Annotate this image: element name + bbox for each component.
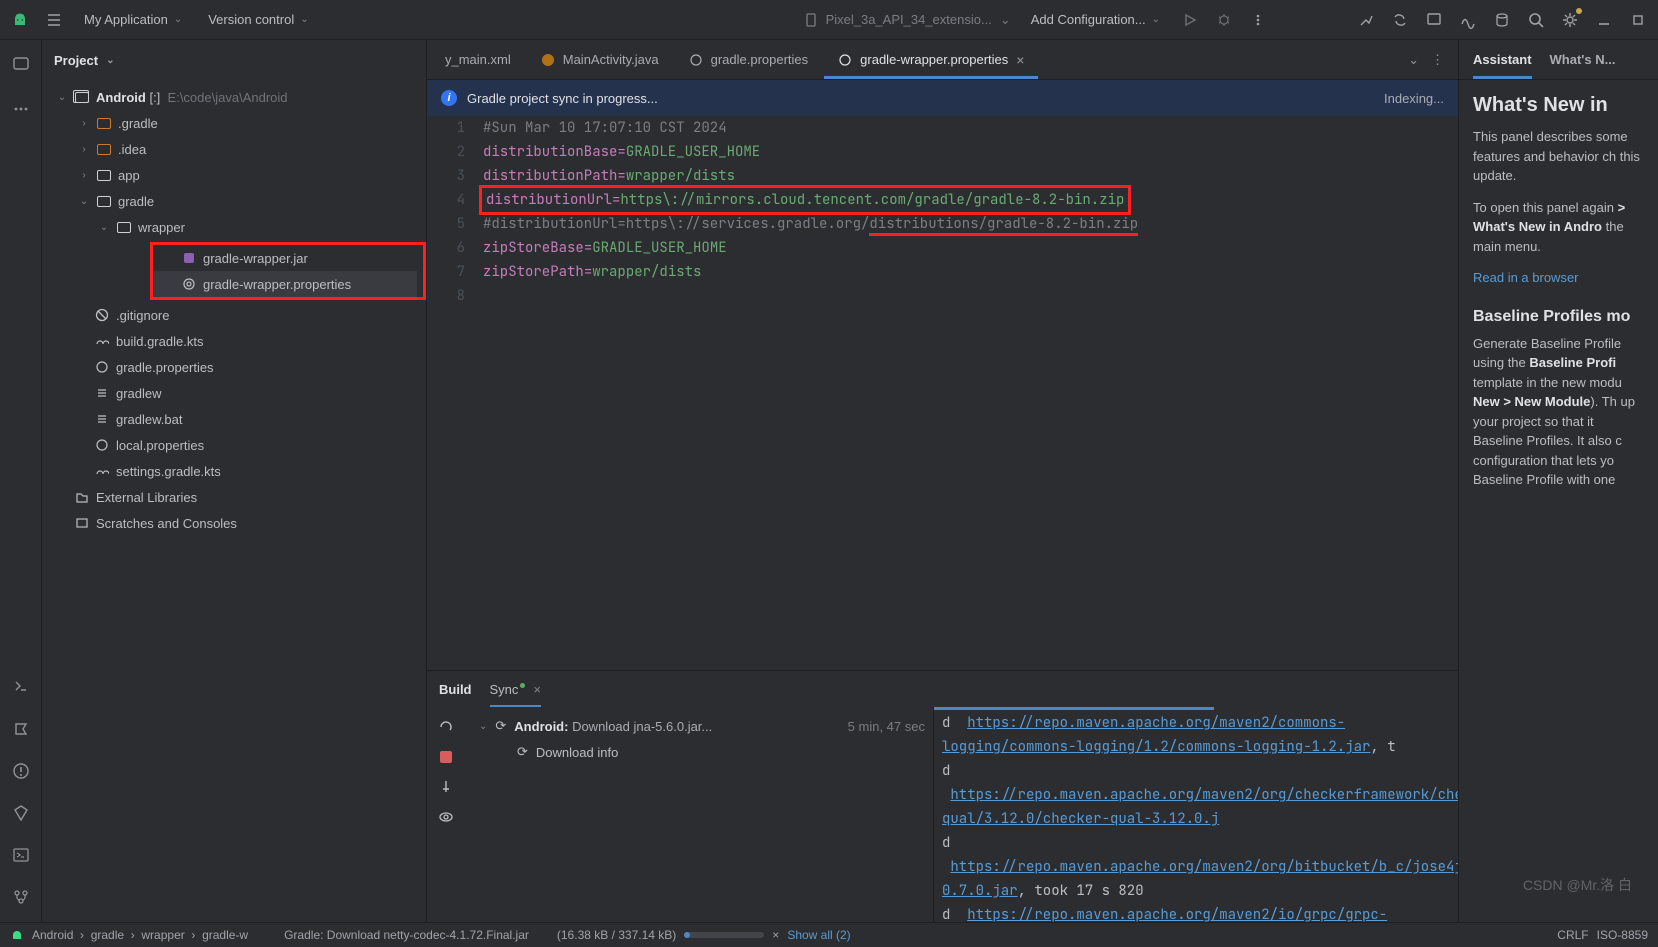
build-tree[interactable]: ⌄⟳Android: Download jna-5.6.0.jar...5 mi… (465, 707, 933, 922)
spinner-icon: ⟳ (495, 718, 506, 734)
baseline-body: Generate Baseline Profile using the Base… (1473, 334, 1644, 490)
rerun-icon[interactable] (438, 719, 454, 735)
run-icon[interactable] (1180, 10, 1200, 30)
project-tool-icon[interactable] (10, 52, 32, 74)
pin-icon[interactable] (439, 779, 453, 793)
whatsnew-tab[interactable]: What's N... (1550, 40, 1616, 79)
whatsnew-title: What's New in (1473, 94, 1644, 117)
editor-tabs: y_main.xml MainActivity.java gradle.prop… (427, 40, 1458, 80)
sync-banner: i Gradle project sync in progress... Ind… (427, 80, 1458, 116)
close-icon[interactable]: × (1016, 52, 1024, 68)
debug-icon[interactable] (1214, 10, 1234, 30)
watermark: CSDN @Mr.洛 白 (1523, 875, 1632, 895)
build-tab[interactable]: Build (439, 671, 472, 707)
build-tool-icon[interactable] (10, 676, 32, 698)
stop-icon[interactable] (440, 751, 452, 763)
settings-icon[interactable] (1560, 10, 1580, 30)
android-logo-icon (10, 10, 30, 30)
cancel-task-icon[interactable]: × (772, 928, 779, 942)
status-task: Gradle: Download netty-codec-4.1.72.Fina… (284, 928, 529, 942)
read-browser-link[interactable]: Read in a browser (1473, 270, 1579, 285)
info-icon: i (441, 90, 457, 106)
encoding[interactable]: ISO-8859 (1597, 928, 1648, 942)
project-header[interactable]: Project⌄ (42, 40, 426, 80)
main-menu-icon[interactable] (44, 10, 64, 30)
device-selector[interactable]: Pixel_3a_API_34_extensio...⌄ (804, 12, 1011, 28)
breadcrumb[interactable]: Android › gradle › wrapper › gradle-w (32, 928, 248, 942)
android-mini-icon (10, 928, 24, 942)
restore-icon[interactable] (1628, 10, 1648, 30)
logcat-icon[interactable] (10, 718, 32, 740)
sync-tab[interactable]: Sync× (490, 671, 542, 707)
problems-icon[interactable] (10, 760, 32, 782)
whatsnew-desc: This panel describes some features and b… (1473, 127, 1644, 186)
tab-main-xml[interactable]: y_main.xml (431, 40, 525, 79)
tab-more-icon[interactable]: ⋮ (1431, 52, 1444, 68)
build-icon[interactable] (1356, 10, 1376, 30)
status-size: (16.38 kB / 337.14 kB) (557, 928, 676, 942)
profiler-icon[interactable] (1458, 10, 1478, 30)
sync-icon[interactable] (1390, 10, 1410, 30)
tab-gradle-props[interactable]: gradle.properties (675, 40, 823, 79)
statusbar: Android › gradle › wrapper › gradle-w Gr… (0, 922, 1658, 947)
run-config[interactable]: Add Configuration...⌄ (1025, 8, 1166, 31)
more-icon[interactable] (1248, 10, 1268, 30)
inspection-icon[interactable] (10, 802, 32, 824)
tab-wrapper-props[interactable]: gradle-wrapper.properties× (824, 40, 1038, 79)
vcs-menu[interactable]: Version control⌄ (202, 8, 314, 31)
device-manager-icon[interactable] (1424, 10, 1444, 30)
baseline-title: Baseline Profiles mo (1473, 308, 1644, 326)
tab-list-icon[interactable]: ⌄ (1408, 52, 1419, 68)
whatsnew-open: To open this panel again > What's New in… (1473, 198, 1644, 257)
tab-mainactivity[interactable]: MainActivity.java (527, 40, 673, 79)
eye-icon[interactable] (438, 809, 454, 825)
spinner-icon: ⟳ (517, 744, 528, 760)
build-log[interactable]: d https://repo.maven.apache.org/maven2/c… (933, 707, 1458, 922)
more-tools-icon[interactable] (10, 98, 32, 120)
minimize-icon[interactable] (1594, 10, 1614, 30)
terminal-icon[interactable] (10, 844, 32, 866)
progress-bar (684, 930, 764, 940)
line-ending[interactable]: CRLF (1557, 928, 1588, 942)
database-icon[interactable] (1492, 10, 1512, 30)
vcs-tool-icon[interactable] (10, 886, 32, 908)
showall-link[interactable]: Show all (2) (787, 928, 850, 942)
project-tree[interactable]: ⌄Android [:] E:\code\java\Android ›.grad… (42, 80, 426, 922)
project-menu[interactable]: My Application⌄ (78, 8, 188, 31)
assistant-tab[interactable]: Assistant (1473, 40, 1532, 79)
close-icon[interactable]: × (533, 682, 541, 697)
search-icon[interactable] (1526, 10, 1546, 30)
code-editor[interactable]: 12345678 #Sun Mar 10 17:07:10 CST 2024 d… (427, 116, 1458, 670)
